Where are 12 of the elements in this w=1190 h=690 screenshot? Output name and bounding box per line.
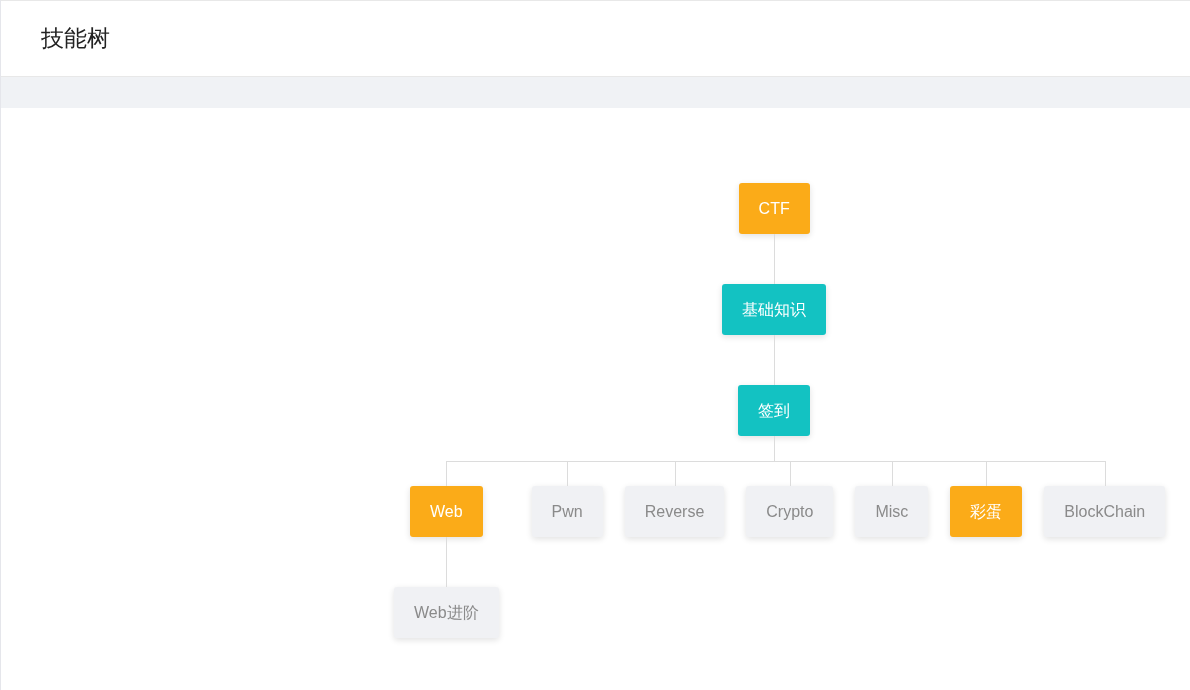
skill-node[interactable]: Pwn bbox=[531, 486, 603, 537]
skill-node[interactable]: Misc bbox=[855, 486, 929, 537]
skill-node[interactable]: Reverse bbox=[624, 486, 725, 537]
page-title: 技能树 bbox=[41, 24, 110, 54]
skill-node[interactable]: Web进阶 bbox=[394, 587, 499, 638]
skill-node[interactable]: 基础知识 bbox=[722, 284, 827, 335]
skill-node[interactable]: Crypto bbox=[746, 486, 834, 537]
skill-node[interactable]: Web bbox=[410, 486, 483, 537]
skill-node[interactable]: 彩蛋 bbox=[950, 486, 1023, 537]
skill-node[interactable]: BlockChain bbox=[1044, 486, 1166, 537]
skill-node[interactable]: 签到 bbox=[738, 385, 811, 436]
skill-node[interactable]: CTF bbox=[738, 183, 810, 234]
